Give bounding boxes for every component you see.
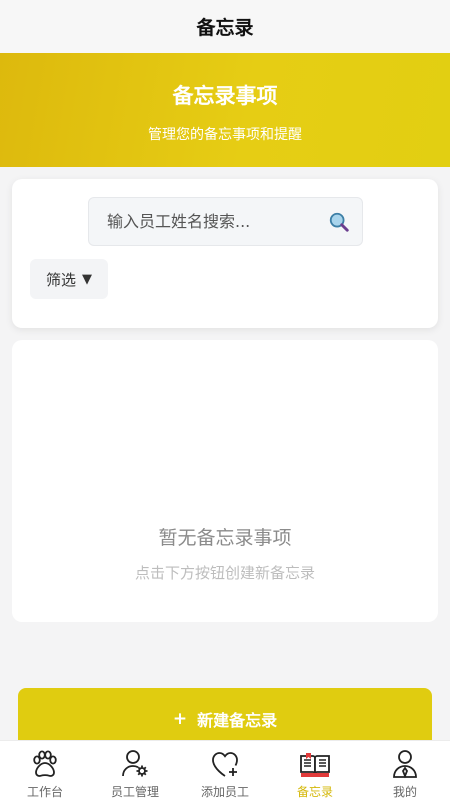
tab-staff-management[interactable]: 员工管理 (90, 741, 180, 800)
hero-subtitle: 管理您的备忘事项和提醒 (148, 127, 302, 143)
tab-label: 员工管理 (110, 785, 159, 799)
search-box[interactable] (88, 197, 363, 246)
plus-icon: + (172, 709, 188, 729)
heart-plus-icon (212, 752, 238, 777)
hero-title: 备忘录事项 (172, 84, 278, 108)
new-memo-label: 新建备忘录 (197, 711, 278, 730)
user-gear-icon (122, 750, 148, 777)
profile-icon (393, 750, 417, 779)
tab-workbench[interactable]: 工作台 (0, 741, 90, 800)
memo-list: 暂无备忘录事项 点击下方按钮创建新备忘录 (12, 340, 438, 622)
chevron-down-icon: ▼ (82, 271, 92, 287)
hero-banner: 备忘录事项 管理您的备忘事项和提醒 (0, 53, 450, 167)
tab-bar: 工作台 员工管理 添加员工 备忘录 我的 (0, 740, 450, 800)
tab-label: 添加员工 (200, 785, 249, 799)
empty-state-hint: 点击下方按钮创建新备忘录 (134, 564, 315, 582)
tab-label: 我的 (392, 785, 417, 799)
search-card: 筛选 ▼ (12, 179, 438, 328)
paw-icon (33, 750, 57, 777)
tab-mine[interactable]: 我的 (360, 741, 450, 800)
tab-label: 备忘录 (296, 785, 333, 799)
tab-memo[interactable]: 备忘录 (270, 741, 360, 800)
search-input[interactable] (89, 198, 319, 245)
tab-add-staff[interactable]: 添加员工 (180, 741, 270, 800)
search-icon[interactable] (328, 211, 350, 233)
page-title: 备忘录 (196, 17, 254, 39)
tab-label: 工作台 (26, 785, 63, 799)
filter-label: 筛选 (45, 270, 76, 289)
filter-button[interactable]: 筛选 ▼ (30, 259, 108, 299)
book-icon (300, 753, 330, 777)
empty-state-title: 暂无备忘录事项 (158, 527, 292, 549)
top-bar: 备忘录 (0, 0, 450, 53)
